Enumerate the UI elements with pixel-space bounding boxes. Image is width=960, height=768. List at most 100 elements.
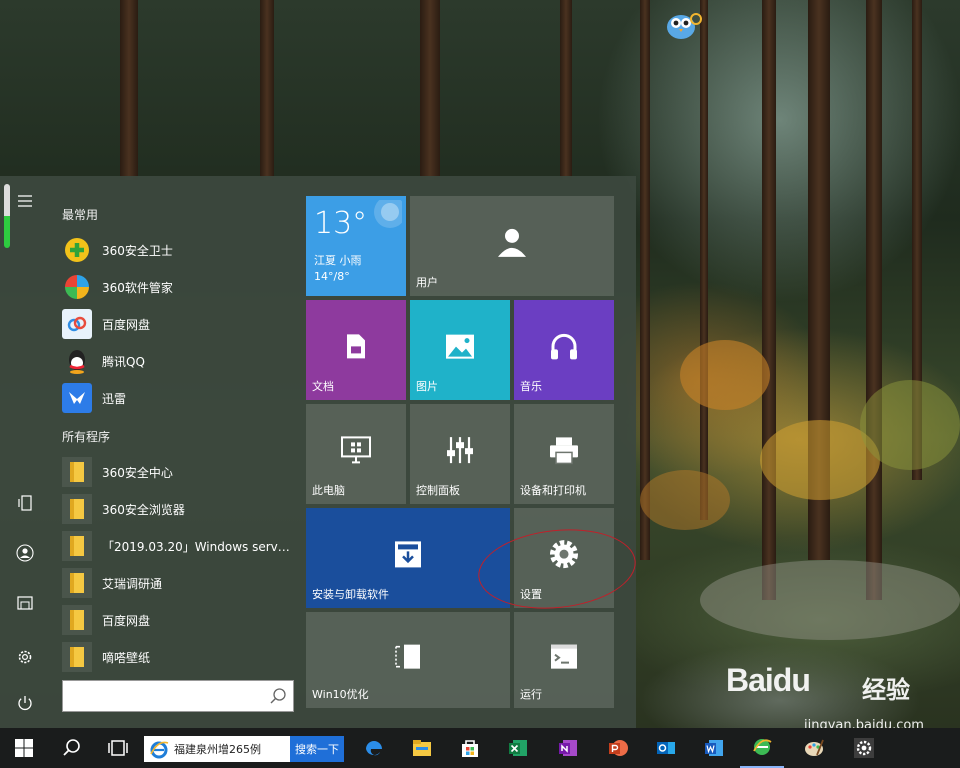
- app-list: 最常用 360安全卫士 360软件管家 百度网盘 腾讯QQ 迅雷 所有程序 36…: [58, 176, 300, 728]
- file-explorer-button[interactable]: [10, 588, 40, 618]
- taskbar-search-submit-button[interactable]: 搜索一下: [290, 736, 344, 762]
- 360-software-manager-icon: [62, 272, 92, 302]
- start-left-rail: [0, 176, 50, 728]
- win10-optimize-tile[interactable]: Win10优化: [306, 612, 510, 708]
- file-explorer-taskbar-button[interactable]: [400, 728, 444, 768]
- user-icon: [498, 228, 526, 257]
- run-tile[interactable]: 运行: [514, 612, 614, 708]
- taskbar-search-button[interactable]: [50, 728, 94, 768]
- 360-browser-taskbar-button[interactable]: [740, 728, 784, 768]
- qq-icon: [62, 346, 92, 376]
- edge-taskbar-button[interactable]: [352, 728, 396, 768]
- user-account-button[interactable]: [10, 538, 40, 568]
- app-item-windows-server[interactable]: 「2019.03.20」Windows server...: [58, 528, 300, 564]
- sun-icon: [374, 200, 402, 228]
- settings-rail-button[interactable]: [10, 642, 40, 672]
- store-bag-icon: [462, 740, 478, 757]
- folder-icon: [62, 568, 92, 598]
- power-button[interactable]: [10, 688, 40, 718]
- hamburger-menu-button[interactable]: [10, 186, 40, 216]
- onenote-taskbar-button[interactable]: [546, 728, 590, 768]
- tile-label: Win10优化: [312, 688, 369, 701]
- start-button[interactable]: [2, 728, 46, 768]
- pictures-tile[interactable]: 图片: [410, 300, 510, 400]
- headphones-icon: [551, 333, 577, 360]
- user-tile[interactable]: 用户: [410, 196, 614, 296]
- tile-label: 控制面板: [416, 484, 460, 497]
- store-taskbar-button[interactable]: [448, 728, 492, 768]
- user-icon: [16, 544, 34, 562]
- start-search-input[interactable]: [69, 681, 269, 711]
- app-item-baidu-netdisk[interactable]: 百度网盘: [58, 306, 300, 342]
- tablet-mode-button[interactable]: [10, 488, 40, 518]
- this-pc-tile[interactable]: 此电脑: [306, 404, 406, 504]
- task-view-button[interactable]: [96, 728, 140, 768]
- folder-icon: [62, 642, 92, 672]
- task-view-icon: [108, 740, 128, 756]
- app-item-xunlei[interactable]: 迅雷: [58, 380, 300, 416]
- document-icon: [347, 334, 365, 359]
- folder-icon: [62, 494, 92, 524]
- gear-icon: [854, 738, 874, 758]
- app-item-dida-wallpaper[interactable]: 嘀嗒壁纸: [58, 639, 300, 675]
- app-item-360-software-manager[interactable]: 360软件管家: [58, 269, 300, 305]
- windows-logo-icon: [15, 739, 33, 757]
- search-icon[interactable]: [269, 687, 287, 705]
- outlook-taskbar-button[interactable]: [644, 728, 688, 768]
- section-heading-all: 所有程序: [62, 430, 111, 444]
- settings-taskbar-button[interactable]: [842, 728, 886, 768]
- power-icon: [18, 696, 32, 711]
- settings-tile[interactable]: 设置: [514, 508, 614, 608]
- app-label: 嘀嗒壁纸: [102, 650, 151, 665]
- tile-label: 设置: [520, 588, 542, 601]
- app-item-airui-survey[interactable]: 艾瑞调研通: [58, 565, 300, 601]
- ie-browser-icon: [150, 741, 169, 759]
- app-label: 腾讯QQ: [102, 354, 145, 369]
- app-item-qq[interactable]: 腾讯QQ: [58, 343, 300, 379]
- app-label: 360软件管家: [102, 280, 173, 295]
- tablet-icon: [18, 495, 32, 511]
- word-taskbar-button[interactable]: [692, 728, 736, 768]
- excel-icon: [509, 740, 527, 756]
- folder-icon: [62, 605, 92, 635]
- app-item-360-safe[interactable]: 360安全卫士: [58, 232, 300, 268]
- app-label: 百度网盘: [102, 317, 151, 332]
- app-item-baidu-netdisk-folder[interactable]: 百度网盘: [58, 602, 300, 638]
- taskbar-search-query[interactable]: 福建泉州增265例: [174, 741, 280, 757]
- 360-browser-icon: [753, 739, 772, 755]
- install-box-icon: [395, 541, 421, 568]
- tile-label: 用户: [416, 276, 438, 289]
- devices-printers-tile[interactable]: 设备和打印机: [514, 404, 614, 504]
- app-item-360-browser[interactable]: 360安全浏览器: [58, 491, 300, 527]
- app-label: 艾瑞调研通: [102, 576, 163, 591]
- paint-taskbar-button[interactable]: [792, 728, 836, 768]
- start-menu: 最常用 360安全卫士 360软件管家 百度网盘 腾讯QQ 迅雷 所有程序 36…: [0, 176, 636, 728]
- picture-icon: [446, 334, 474, 359]
- taskbar: 福建泉州增265例 搜索一下: [0, 728, 960, 768]
- search-icon: [63, 739, 80, 756]
- documents-tile[interactable]: 文档: [306, 300, 406, 400]
- powerpoint-icon: [609, 740, 628, 756]
- excel-taskbar-button[interactable]: [496, 728, 540, 768]
- install-uninstall-tile[interactable]: 安装与卸载软件: [306, 508, 510, 608]
- tile-label: 文档: [312, 380, 334, 393]
- tile-label: 图片: [416, 380, 438, 393]
- onenote-icon: [559, 740, 577, 756]
- tile-label: 设备和打印机: [520, 484, 586, 497]
- edge-icon: [366, 741, 382, 756]
- taskbar-web-search-box[interactable]: 福建泉州增265例 搜索一下: [144, 736, 344, 762]
- xunlei-icon: [62, 383, 92, 413]
- gear-icon: [18, 650, 32, 664]
- paint-palette-icon: [805, 739, 824, 756]
- app-item-360-security-center[interactable]: 360安全中心: [58, 454, 300, 490]
- monitor-icon: [341, 436, 371, 464]
- control-panel-tile[interactable]: 控制面板: [410, 404, 510, 504]
- powerpoint-taskbar-button[interactable]: [596, 728, 640, 768]
- start-search-box[interactable]: [62, 680, 294, 712]
- music-tile[interactable]: 音乐: [514, 300, 614, 400]
- mascot-bird-icon[interactable]: [666, 10, 702, 40]
- 360-safe-icon: [62, 235, 92, 265]
- weather-tile[interactable]: 13° 江夏 小雨 14°/8°: [306, 196, 406, 296]
- tile-label: 运行: [520, 688, 542, 701]
- file-explorer-icon: [413, 740, 431, 756]
